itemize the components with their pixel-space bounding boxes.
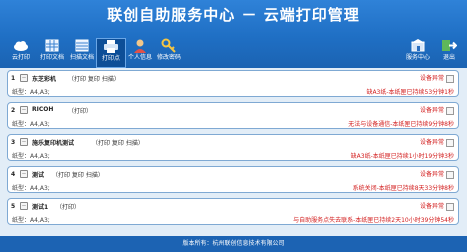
document-grid-icon bbox=[45, 39, 59, 52]
printer-name: 施乐复印机测试 bbox=[32, 140, 75, 147]
item-number: 1 bbox=[11, 75, 16, 82]
printer-name: 测试1 bbox=[32, 204, 49, 211]
printer-name: 测试 bbox=[32, 172, 45, 179]
paper-type: 纸型：A4,A3; bbox=[12, 217, 50, 224]
collapse-toggle[interactable]: － bbox=[20, 74, 28, 82]
key-icon bbox=[161, 38, 176, 53]
toolbar-cloud-print[interactable]: 云打印 bbox=[6, 38, 36, 68]
detail-toggle[interactable] bbox=[446, 202, 454, 211]
collapse-toggle[interactable]: － bbox=[20, 106, 28, 114]
printer-capabilities: （打印） bbox=[56, 204, 81, 211]
status-badge: 设备异常 bbox=[420, 73, 454, 83]
toolbar-label: 服务中心 bbox=[405, 54, 430, 61]
error-message: 缺A3纸-本纸匣已持续53分钟1秒 bbox=[366, 89, 454, 96]
status-badge: 设备异常 bbox=[420, 105, 454, 115]
detail-toggle[interactable] bbox=[446, 138, 454, 147]
toolbar-label: 打印文档 bbox=[39, 54, 64, 61]
list-item[interactable]: 5 － 测试1 （打印） 设备异常 纸型：A4,A3; 与自助服务点失去联系-本… bbox=[7, 198, 459, 225]
printer-name: RICOH bbox=[32, 106, 54, 113]
error-message: 与自助服务点失去联系-本纸匣已持续2天10小时39分钟54秒 bbox=[293, 217, 454, 224]
detail-toggle[interactable] bbox=[446, 106, 454, 115]
item-number: 2 bbox=[11, 107, 16, 114]
status-badge: 设备异常 bbox=[420, 169, 454, 179]
user-icon bbox=[134, 39, 146, 53]
toolbar-label: 修改密码 bbox=[156, 54, 181, 61]
printer-capabilities: （打印 复印 扫描） bbox=[68, 76, 120, 83]
status-badge: 设备异常 bbox=[420, 137, 454, 147]
toolbar-scan-doc[interactable]: 扫描文档 bbox=[67, 38, 97, 68]
toolbar-change-password[interactable]: 修改密码 bbox=[154, 38, 184, 68]
printer-icon bbox=[104, 40, 118, 53]
paper-type: 纸型：A4,A3; bbox=[12, 185, 50, 192]
toolbar-print-doc[interactable]: 打印文档 bbox=[37, 38, 67, 68]
scan-grid-icon bbox=[75, 39, 89, 52]
item-number: 5 bbox=[11, 203, 16, 210]
service-center-icon bbox=[411, 39, 425, 52]
detail-toggle[interactable] bbox=[446, 170, 454, 179]
toolbar-label: 打印点 bbox=[101, 55, 120, 62]
toolbar-logout[interactable]: 退出 bbox=[434, 38, 464, 68]
logout-icon bbox=[442, 40, 457, 51]
paper-type: 纸型：A4,A3; bbox=[12, 153, 50, 160]
toolbar-label: 扫描文档 bbox=[69, 54, 94, 61]
paper-type: 纸型：A4,A3; bbox=[12, 121, 50, 128]
page-title: 联创自助服务中心 － 云端打印管理 bbox=[107, 6, 360, 24]
error-message: 无法与设备通信-本纸匣已持续9分钟8秒 bbox=[348, 121, 454, 128]
detail-toggle[interactable] bbox=[446, 74, 454, 83]
error-message: 系统关闭-本纸匣已持续8天33分钟8秒 bbox=[352, 185, 454, 192]
footer-copyright: 版本所有：杭州联创信息技术有限公司 bbox=[0, 236, 467, 252]
toolbar-print-point[interactable]: 打印点 bbox=[96, 38, 126, 68]
cloud-icon bbox=[14, 41, 28, 51]
list-item[interactable]: 3 － 施乐复印机测试 （打印 复印 扫描） 设备异常 纸型：A4,A3; 缺A… bbox=[7, 134, 459, 161]
app-header: 联创自助服务中心 － 云端打印管理 云打印 打印文档 扫描文档 打印点 个人信息 bbox=[0, 0, 467, 68]
toolbar-service-center[interactable]: 服务中心 bbox=[403, 38, 433, 68]
toolbar-label: 个人信息 bbox=[127, 54, 152, 61]
status-badge: 设备异常 bbox=[420, 201, 454, 211]
toolbar-label: 云打印 bbox=[11, 54, 30, 61]
collapse-toggle[interactable]: － bbox=[20, 138, 28, 146]
list-item[interactable]: 4 － 测试 （打印 复印 扫描） 设备异常 纸型：A4,A3; 系统关闭-本纸… bbox=[7, 166, 459, 193]
item-number: 3 bbox=[11, 139, 16, 146]
paper-type: 纸型：A4,A3; bbox=[12, 89, 50, 96]
list-item[interactable]: 1 － 东芝彩机 （打印 复印 扫描） 设备异常 纸型：A4,A3; 缺A3纸-… bbox=[7, 70, 459, 97]
item-number: 4 bbox=[11, 171, 16, 178]
toolbar-label: 退出 bbox=[442, 54, 455, 61]
error-message: 缺A3纸-本纸匣已持续1小时19分钟3秒 bbox=[350, 153, 454, 160]
printer-capabilities: （打印） bbox=[68, 108, 93, 115]
printer-capabilities: （打印 复印 扫描） bbox=[52, 172, 104, 179]
printer-capabilities: （打印 复印 扫描） bbox=[92, 140, 144, 147]
toolbar-personal-info[interactable]: 个人信息 bbox=[125, 38, 155, 68]
list-item[interactable]: 2 － RICOH （打印） 设备异常 纸型：A4,A3; 无法与设备通信-本纸… bbox=[7, 102, 459, 129]
collapse-toggle[interactable]: － bbox=[20, 202, 28, 210]
collapse-toggle[interactable]: － bbox=[20, 170, 28, 178]
print-point-list: 1 － 东芝彩机 （打印 复印 扫描） 设备异常 纸型：A4,A3; 缺A3纸-… bbox=[0, 68, 467, 236]
printer-name: 东芝彩机 bbox=[32, 76, 57, 83]
